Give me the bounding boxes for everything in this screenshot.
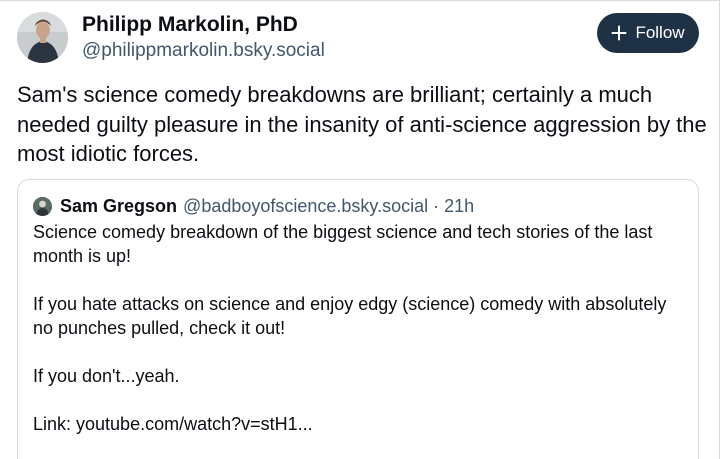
quote-paragraph: If you hate attacks on science and enjoy… — [33, 294, 667, 338]
post-text: Sam's science comedy breakdowns are bril… — [17, 82, 707, 166]
quoted-post-header: Sam Gregson @badboyofscience.bsky.social… — [33, 195, 474, 217]
quote-link-paragraph[interactable]: Link: youtube.com/watch?v=stH1... — [33, 412, 683, 436]
post-header: Philipp Markolin, PhD @philippmarkolin.b… — [17, 12, 699, 66]
quoted-post-body: Science comedy breakdown of the biggest … — [33, 220, 683, 459]
quote-timestamp[interactable]: 21h — [444, 196, 474, 217]
quote-author-name[interactable]: Sam Gregson — [60, 196, 177, 217]
quote-separator: · — [433, 195, 440, 216]
follow-button[interactable]: Follow — [597, 13, 699, 53]
author-handle[interactable]: @philippmarkolin.bsky.social — [82, 40, 325, 62]
quote-paragraph: If you don't...yeah. — [33, 366, 180, 386]
quote-author-handle[interactable]: @badboyofscience.bsky.social — [183, 196, 428, 217]
follow-label: Follow — [635, 23, 685, 42]
post-view: Philipp Markolin, PhD @philippmarkolin.b… — [0, 0, 720, 459]
author-name[interactable]: Philipp Markolin, PhD — [82, 13, 298, 37]
author-avatar[interactable] — [17, 12, 68, 63]
quoted-post[interactable]: Sam Gregson @badboyofscience.bsky.social… — [17, 179, 699, 459]
quote-paragraph: Science comedy breakdown of the biggest … — [33, 222, 653, 266]
quote-avatar-icon — [33, 196, 52, 216]
person-avatar-icon — [17, 12, 68, 63]
quote-author-avatar[interactable] — [33, 196, 52, 216]
plus-icon — [611, 25, 627, 41]
